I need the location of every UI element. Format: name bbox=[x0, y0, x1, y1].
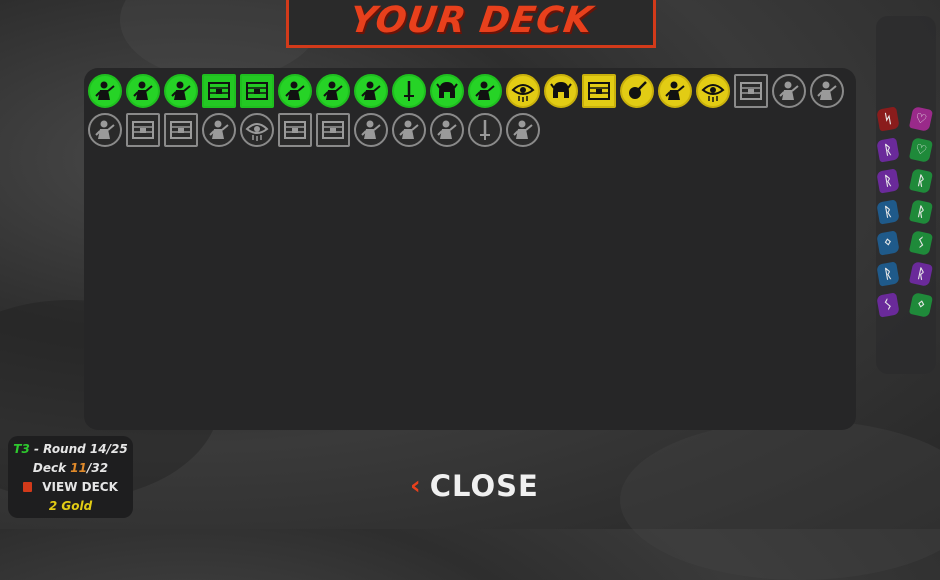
chevron-left-icon: ‹ bbox=[410, 471, 422, 501]
row2-card-12[interactable] bbox=[506, 113, 540, 147]
row1-card-12[interactable] bbox=[506, 74, 540, 108]
row1-card-17[interactable] bbox=[696, 74, 730, 108]
row1-card-2[interactable] bbox=[126, 74, 160, 108]
item-chest-icon bbox=[586, 78, 612, 104]
gold-amount: 2 Gold bbox=[48, 499, 93, 513]
character-icon bbox=[396, 117, 422, 143]
close-label: CLOSE bbox=[429, 469, 539, 503]
deck-title-banner: YOUR DECK bbox=[286, 0, 656, 48]
character-icon bbox=[320, 78, 346, 104]
helmet-icon bbox=[548, 78, 574, 104]
rune-sidebar bbox=[876, 16, 936, 374]
deck-label: Deck bbox=[32, 461, 67, 475]
helmet-icon bbox=[434, 78, 460, 104]
round-label: - Round 14/25 bbox=[34, 442, 128, 456]
eye-icon bbox=[700, 78, 726, 104]
rune-stone-icon[interactable]: ᛋ bbox=[876, 106, 900, 132]
row1-card-15[interactable] bbox=[620, 74, 654, 108]
row2-card-7[interactable] bbox=[316, 113, 350, 147]
item-chest-icon bbox=[206, 78, 232, 104]
rune-stone-icon[interactable]: ᚱ bbox=[876, 168, 900, 194]
view-deck-label: VIEW DECK bbox=[42, 480, 118, 494]
row2-card-6[interactable] bbox=[278, 113, 312, 147]
character-icon bbox=[358, 117, 384, 143]
item-chest-icon bbox=[282, 117, 308, 143]
row1-card-3[interactable] bbox=[164, 74, 198, 108]
row1-card-14[interactable] bbox=[582, 74, 616, 108]
row1-card-18[interactable] bbox=[734, 74, 768, 108]
run-info-box: T3 - Round 14/25 Deck 11/32 VIEW DECK 2 … bbox=[8, 436, 133, 518]
round-info: T3 - Round 14/25 bbox=[8, 442, 133, 456]
character-icon bbox=[776, 78, 802, 104]
instrument-icon bbox=[624, 78, 650, 104]
row2-card-1[interactable] bbox=[88, 113, 122, 147]
character-icon bbox=[130, 78, 156, 104]
deck-count: Deck 11/32 bbox=[8, 461, 133, 475]
character-icon bbox=[472, 78, 498, 104]
character-icon bbox=[282, 78, 308, 104]
row1-card-16[interactable] bbox=[658, 74, 692, 108]
row1-card-10[interactable] bbox=[430, 74, 464, 108]
rune-stone-icon[interactable]: ᚱ bbox=[876, 137, 900, 163]
deck-title: YOUR DECK bbox=[346, 0, 596, 41]
view-deck-button[interactable]: VIEW DECK bbox=[8, 480, 133, 494]
row1-card-20[interactable] bbox=[810, 74, 844, 108]
row1-card-7[interactable] bbox=[316, 74, 350, 108]
row1-card-19[interactable] bbox=[772, 74, 806, 108]
character-icon bbox=[434, 117, 460, 143]
row1-card-11[interactable] bbox=[468, 74, 502, 108]
row2-card-10[interactable] bbox=[430, 113, 464, 147]
row2-card-9[interactable] bbox=[392, 113, 426, 147]
deck-total: /32 bbox=[87, 461, 109, 475]
character-icon bbox=[92, 78, 118, 104]
item-chest-icon bbox=[244, 78, 270, 104]
rune-stone-icon[interactable]: ᛊ bbox=[876, 292, 900, 318]
row1-card-1[interactable] bbox=[88, 74, 122, 108]
character-icon bbox=[814, 78, 840, 104]
character-icon bbox=[358, 78, 384, 104]
book-icon bbox=[23, 482, 33, 492]
row2-card-3[interactable] bbox=[164, 113, 198, 147]
item-chest-icon bbox=[320, 117, 346, 143]
item-chest-icon bbox=[738, 78, 764, 104]
row2-card-5[interactable] bbox=[240, 113, 274, 147]
character-icon bbox=[510, 117, 536, 143]
deck-current: 11 bbox=[70, 461, 87, 475]
row1-card-9[interactable] bbox=[392, 74, 426, 108]
row1-card-4[interactable] bbox=[202, 74, 236, 108]
rune-stone-icon[interactable]: ᛜ bbox=[876, 230, 900, 256]
sword-icon bbox=[472, 117, 498, 143]
row2-card-4[interactable] bbox=[202, 113, 236, 147]
rune-stone-icon[interactable]: ᚱ bbox=[876, 261, 900, 287]
character-icon bbox=[206, 117, 232, 143]
item-chest-icon bbox=[168, 117, 194, 143]
row2-card-8[interactable] bbox=[354, 113, 388, 147]
eye-icon bbox=[510, 78, 536, 104]
character-icon bbox=[662, 78, 688, 104]
sword-icon bbox=[396, 78, 422, 104]
row1-card-6[interactable] bbox=[278, 74, 312, 108]
eye-icon bbox=[244, 117, 270, 143]
row1-card-13[interactable] bbox=[544, 74, 578, 108]
rune-stone-icon[interactable]: ᚱ bbox=[876, 199, 900, 225]
character-icon bbox=[168, 78, 194, 104]
item-chest-icon bbox=[130, 117, 156, 143]
row1-card-5[interactable] bbox=[240, 74, 274, 108]
row2-card-11[interactable] bbox=[468, 113, 502, 147]
character-icon bbox=[92, 117, 118, 143]
row1-card-8[interactable] bbox=[354, 74, 388, 108]
close-button[interactable]: ‹ CLOSE bbox=[410, 466, 539, 506]
row2-card-2[interactable] bbox=[126, 113, 160, 147]
turn-label: T3 bbox=[13, 442, 30, 456]
